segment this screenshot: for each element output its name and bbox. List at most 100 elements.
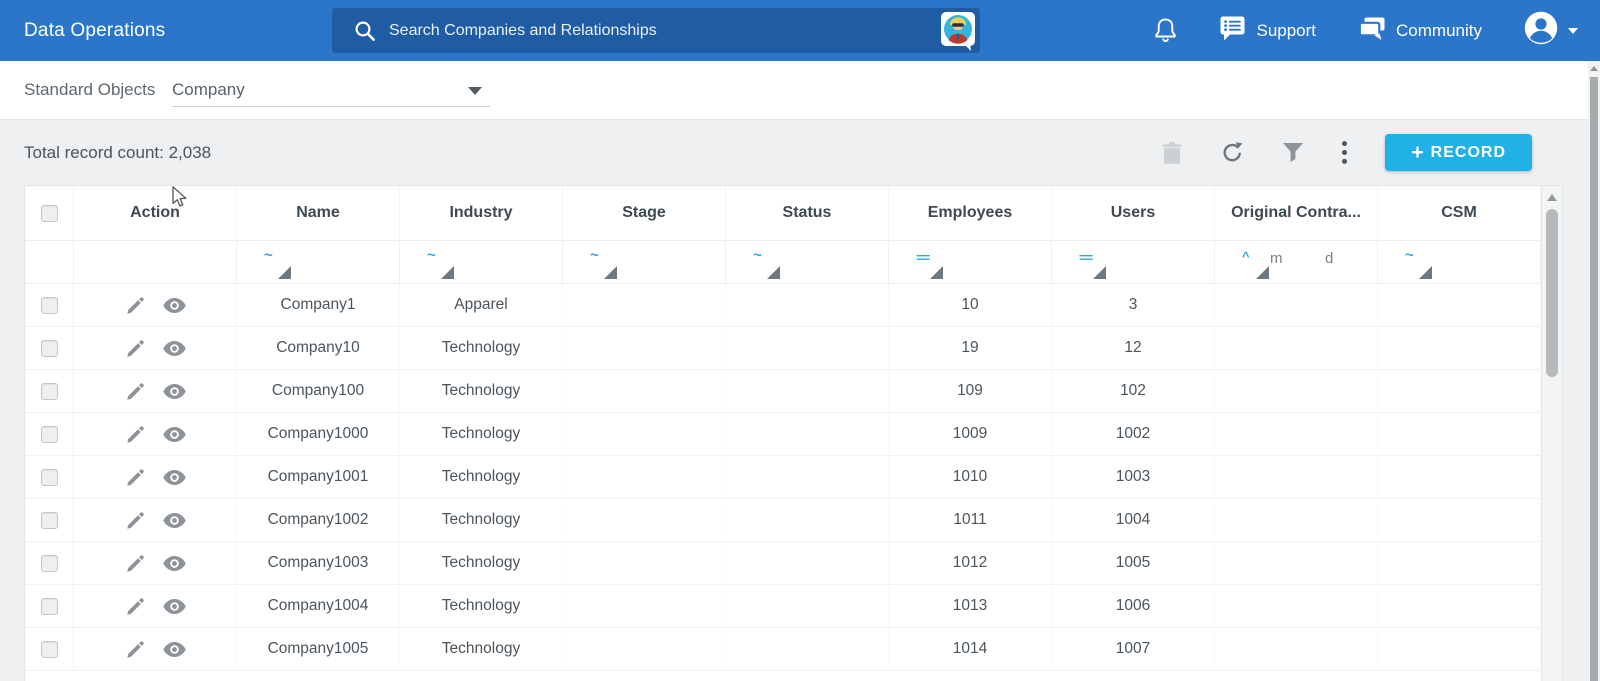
column-header-name[interactable]: Name <box>237 186 400 240</box>
row-checkbox[interactable] <box>40 382 58 400</box>
eye-icon[interactable] <box>162 555 186 571</box>
bell-icon[interactable] <box>1154 17 1177 44</box>
table-scrollbar[interactable] <box>1541 186 1562 681</box>
cell-industry: Technology <box>400 499 563 541</box>
eye-icon[interactable] <box>162 426 186 442</box>
action-cell <box>74 456 237 498</box>
pencil-icon[interactable] <box>125 424 146 445</box>
cell-employees: 1013 <box>889 585 1052 627</box>
date-filter-month[interactable]: m <box>1270 251 1283 266</box>
eye-icon[interactable] <box>162 383 186 399</box>
text-filter-operator-icon[interactable]: ~ <box>1405 248 1414 263</box>
pencil-icon[interactable] <box>125 510 146 531</box>
chevron-down-icon <box>468 87 482 95</box>
cell-status <box>726 327 889 369</box>
pencil-icon[interactable] <box>125 553 146 574</box>
filter-corner-icon[interactable] <box>767 266 780 279</box>
filter-corner-icon[interactable] <box>930 266 943 279</box>
action-cell <box>74 585 237 627</box>
filter-corner-icon[interactable] <box>604 266 617 279</box>
cell-industry: Technology <box>400 628 563 670</box>
filter-corner-icon[interactable] <box>1419 266 1432 279</box>
filter-cell-original_contract[interactable]: ^ m d <box>1215 241 1378 283</box>
account-menu[interactable] <box>1524 11 1578 50</box>
eye-icon[interactable] <box>162 297 186 313</box>
eye-icon[interactable] <box>162 598 186 614</box>
row-checkbox[interactable] <box>40 554 58 572</box>
cell-users: 1004 <box>1052 499 1215 541</box>
column-header-industry[interactable]: Industry <box>400 186 563 240</box>
table-filter-row: ~ ~ ~ ~ == == ^ m d ~ <box>25 241 1562 284</box>
page-scrollbar[interactable] <box>1588 61 1600 681</box>
add-record-button[interactable]: + RECORD <box>1385 134 1532 171</box>
eye-icon[interactable] <box>162 469 186 485</box>
number-filter-operator-icon[interactable]: == <box>1079 251 1093 264</box>
row-checkbox[interactable] <box>40 468 58 486</box>
eye-icon[interactable] <box>162 340 186 356</box>
object-select[interactable]: Company <box>172 74 490 107</box>
text-filter-operator-icon[interactable]: ~ <box>264 248 273 263</box>
pencil-icon[interactable] <box>125 467 146 488</box>
date-filter-day[interactable]: d <box>1325 251 1333 266</box>
funnel-icon[interactable] <box>1282 142 1304 163</box>
row-checkbox[interactable] <box>40 339 58 357</box>
cell-industry: Technology <box>400 413 563 455</box>
assistant-avatar-icon[interactable] <box>940 10 976 52</box>
row-checkbox[interactable] <box>40 597 58 615</box>
row-checkbox[interactable] <box>40 640 58 658</box>
column-header-status[interactable]: Status <box>726 186 889 240</box>
scroll-up-icon[interactable] <box>1547 194 1557 201</box>
filter-cell-employees[interactable]: == <box>889 241 1052 283</box>
text-filter-operator-icon[interactable]: ~ <box>427 248 436 263</box>
cell-name: Company10 <box>237 327 400 369</box>
page-scrollbar-thumb[interactable] <box>1590 77 1598 681</box>
filter-cell-action <box>74 241 237 283</box>
column-header-employees[interactable]: Employees <box>889 186 1052 240</box>
filter-corner-icon[interactable] <box>1093 266 1106 279</box>
refresh-icon[interactable] <box>1220 140 1245 165</box>
pencil-icon[interactable] <box>125 338 146 359</box>
number-filter-operator-icon[interactable]: == <box>916 251 930 264</box>
column-header-users[interactable]: Users <box>1052 186 1215 240</box>
cell-users: 1006 <box>1052 585 1215 627</box>
column-header-action[interactable]: Action <box>74 186 237 240</box>
search-input[interactable]: Search Companies and Relationships <box>389 22 940 40</box>
pencil-icon[interactable] <box>125 639 146 660</box>
trash-icon[interactable] <box>1161 141 1183 165</box>
date-filter-operator-icon[interactable]: ^ <box>1242 250 1250 263</box>
column-header-original_contract[interactable]: Original Contra... <box>1215 186 1378 240</box>
kebab-icon[interactable] <box>1341 140 1348 165</box>
scroll-up-icon[interactable] <box>1590 66 1598 71</box>
support-link[interactable]: Support <box>1219 15 1316 46</box>
search-bar[interactable]: Search Companies and Relationships <box>332 8 980 53</box>
filter-corner-icon[interactable] <box>1256 266 1269 279</box>
table-scrollbar-thumb[interactable] <box>1546 209 1558 377</box>
row-checkbox[interactable] <box>40 296 58 314</box>
filter-cell-users[interactable]: == <box>1052 241 1215 283</box>
filter-cell-csm[interactable]: ~ <box>1378 241 1541 283</box>
community-label: Community <box>1396 20 1482 40</box>
column-header-stage[interactable]: Stage <box>563 186 726 240</box>
row-checkbox[interactable] <box>40 511 58 529</box>
text-filter-operator-icon[interactable]: ~ <box>753 248 762 263</box>
eye-icon[interactable] <box>162 512 186 528</box>
filter-cell-stage[interactable]: ~ <box>563 241 726 283</box>
community-link[interactable]: Community <box>1358 16 1482 46</box>
column-header-csm[interactable]: CSM <box>1378 186 1541 240</box>
text-filter-operator-icon[interactable]: ~ <box>590 248 599 263</box>
select-all-checkbox[interactable] <box>40 204 58 222</box>
cell-original-contract <box>1215 413 1378 455</box>
row-checkbox-cell <box>25 585 74 627</box>
filter-cell-name[interactable]: ~ <box>237 241 400 283</box>
eye-icon[interactable] <box>162 641 186 657</box>
pencil-icon[interactable] <box>125 381 146 402</box>
filter-cell-status[interactable]: ~ <box>726 241 889 283</box>
filter-corner-icon[interactable] <box>278 266 291 279</box>
filter-cell-industry[interactable]: ~ <box>400 241 563 283</box>
cell-users: 12 <box>1052 327 1215 369</box>
pencil-icon[interactable] <box>125 596 146 617</box>
cell-status <box>726 628 889 670</box>
pencil-icon[interactable] <box>125 295 146 316</box>
row-checkbox[interactable] <box>40 425 58 443</box>
filter-corner-icon[interactable] <box>441 266 454 279</box>
